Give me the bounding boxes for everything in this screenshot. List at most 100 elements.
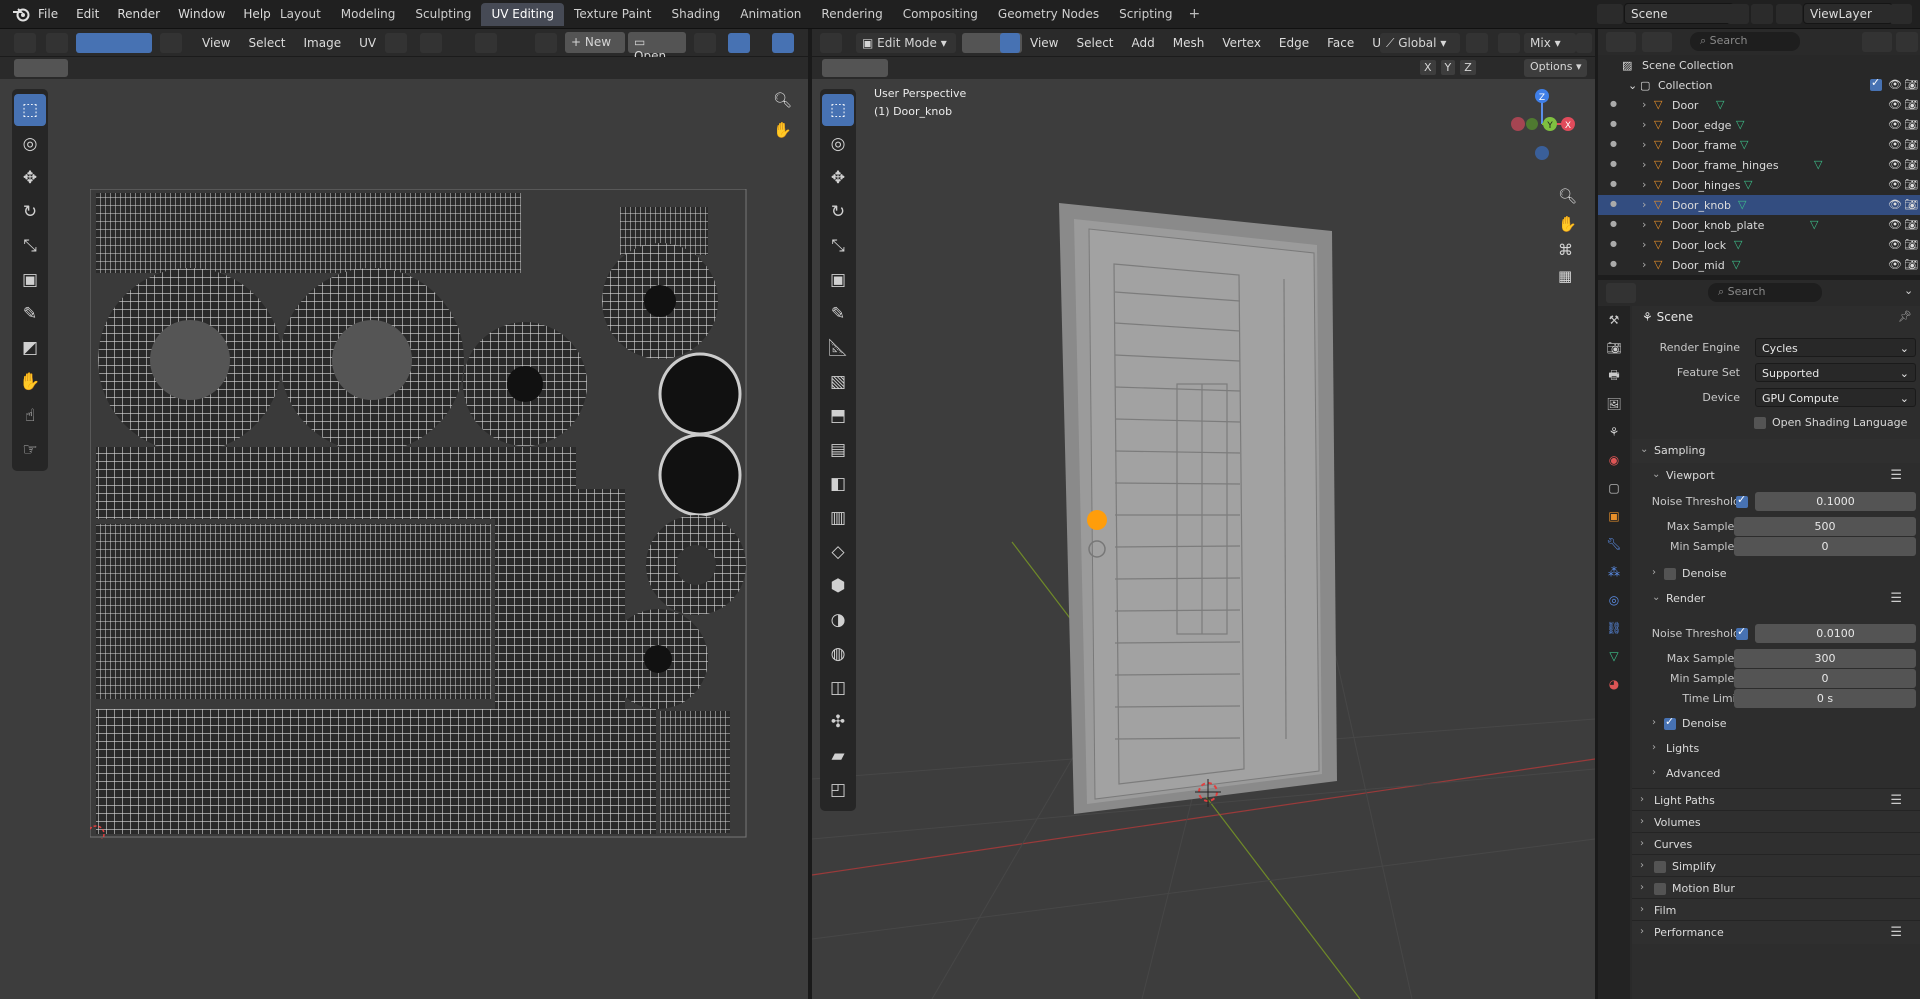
overlay-toggle-icon[interactable] xyxy=(772,33,794,53)
object-visibility-icon[interactable]: 👁︎ xyxy=(1888,158,1902,171)
gizmo-toggle-icon[interactable] xyxy=(728,33,750,53)
object-render-icon[interactable]: 📷︎ xyxy=(1904,118,1918,131)
visibility-dot-icon[interactable]: ● xyxy=(1610,219,1617,228)
cursor-tool[interactable]: ◎ xyxy=(822,128,854,160)
uv-select-mode-group[interactable] xyxy=(14,59,68,77)
object-visibility-icon[interactable]: 👁︎ xyxy=(1888,138,1902,151)
object-render-icon[interactable]: 📷︎ xyxy=(1904,98,1918,111)
add-workspace-button[interactable]: + xyxy=(1183,3,1207,26)
properties-section-row[interactable]: › Curves xyxy=(1632,832,1920,856)
render-tab-icon[interactable]: 📷︎ xyxy=(1598,334,1630,362)
gizmo-neg-z-icon[interactable] xyxy=(1535,146,1549,160)
object-visibility-icon[interactable]: 👁︎ xyxy=(1888,198,1902,211)
render-noise-field[interactable]: 0.0100 xyxy=(1755,624,1916,643)
properties-section-row[interactable]: › Simplify xyxy=(1632,854,1920,878)
uv-editor-canvas[interactable]: ⬚ ◎ ✥ ↻ ⤡ ▣ ✎ ◩ ✋ ☝ ☞ 🔍︎ ✋ xyxy=(0,79,808,999)
time-limit-field[interactable]: 0 s xyxy=(1734,689,1916,708)
object-render-icon[interactable]: 📷︎ xyxy=(1904,198,1918,211)
menu-file[interactable]: File xyxy=(38,7,58,21)
object-tab-icon[interactable]: ▣ xyxy=(1598,502,1630,530)
section-presets-icon[interactable]: ☰ xyxy=(1890,793,1902,808)
pan-hand-icon[interactable]: ✋ xyxy=(773,121,792,139)
object-render-icon[interactable]: 📷︎ xyxy=(1904,238,1918,251)
section-presets-icon[interactable]: ☰ xyxy=(1890,925,1902,940)
rotate-tool[interactable]: ↻ xyxy=(822,196,854,228)
measure-tool[interactable]: 📐︎ xyxy=(822,332,854,364)
mesh-data-icon[interactable]: ▽ xyxy=(1736,118,1744,131)
object-visibility-icon[interactable]: 👁︎ xyxy=(1888,98,1902,111)
vp-menu-edge[interactable]: Edge xyxy=(1279,36,1309,50)
uv-menu-uv[interactable]: UV xyxy=(359,36,376,50)
uv-move-tool[interactable]: ✥ xyxy=(14,162,46,194)
collection-visibility-icon[interactable]: 👁︎ xyxy=(1888,78,1902,91)
mesh-data-icon[interactable]: ▽ xyxy=(1810,218,1818,231)
uv-rotate-tool[interactable]: ↻ xyxy=(14,196,46,228)
menu-window[interactable]: Window xyxy=(178,7,225,21)
options-dropdown[interactable]: Options ▾ xyxy=(1524,59,1588,77)
uv-pinch-tool[interactable]: ☞ xyxy=(14,434,46,466)
viewport-zoom-icon[interactable]: 🔍︎ xyxy=(1558,187,1577,205)
visibility-dot-icon[interactable]: ● xyxy=(1610,119,1617,128)
particles-tab-icon[interactable]: ⁂ xyxy=(1598,558,1630,586)
outliner-object-row[interactable]: ● › ▽ Door 👁︎ 📷︎ ▽ xyxy=(1598,95,1920,115)
section-toggle-checkbox[interactable] xyxy=(1654,861,1666,873)
viewport-select-mode-group[interactable] xyxy=(822,59,888,77)
inset-tool[interactable]: ▤ xyxy=(822,434,854,466)
proportional-edit-icon[interactable] xyxy=(475,33,497,53)
physics-tab-icon[interactable]: ◎ xyxy=(1598,586,1630,614)
tab-modeling[interactable]: Modeling xyxy=(331,3,406,26)
tab-scripting[interactable]: Scripting xyxy=(1109,3,1182,26)
tab-animation[interactable]: Animation xyxy=(730,3,811,26)
viewport-max-field[interactable]: 500 xyxy=(1734,517,1916,536)
object-render-icon[interactable]: 📷︎ xyxy=(1904,158,1918,171)
camera-view-icon[interactable]: ⌘ xyxy=(1558,241,1573,259)
viewport-noise-checkbox[interactable] xyxy=(1736,493,1748,508)
object-visibility-icon[interactable]: 👁︎ xyxy=(1888,178,1902,191)
mesh-data-icon[interactable]: ▽ xyxy=(1716,98,1724,111)
scene-type-icon[interactable] xyxy=(1597,4,1623,24)
scene-tab-icon[interactable]: ⚘ xyxy=(1598,418,1630,446)
tab-rendering[interactable]: Rendering xyxy=(811,3,892,26)
mirror-z[interactable]: Z xyxy=(1460,60,1476,75)
tab-compositing[interactable]: Compositing xyxy=(893,3,988,26)
outliner-object-row[interactable]: ● › ▽ Door_knob 👁︎ 📷︎ ▽ xyxy=(1598,195,1920,215)
object-visibility-icon[interactable]: 👁︎ xyxy=(1888,258,1902,271)
poly-build-tool[interactable]: ⬢ xyxy=(822,570,854,602)
visibility-dot-icon[interactable]: ● xyxy=(1610,179,1617,188)
navigation-gizmo[interactable]: Z Y X xyxy=(1502,89,1582,169)
uv-scale-tool[interactable]: ⤡ xyxy=(14,230,46,262)
mirror-y[interactable]: Y xyxy=(1440,60,1456,75)
sticky-select-icon[interactable] xyxy=(160,33,182,53)
collection-render-icon[interactable]: 📷︎ xyxy=(1904,78,1918,91)
viewport-editor-type-icon[interactable] xyxy=(820,33,842,53)
object-visibility-icon[interactable]: 👁︎ xyxy=(1888,118,1902,131)
outliner-object-row[interactable]: ● › ▽ Door_lock 👁︎ 📷︎ ▽ xyxy=(1598,235,1920,255)
smooth-tool[interactable]: ◍ xyxy=(822,638,854,670)
viewport-presets-icon[interactable]: ☰ xyxy=(1890,468,1902,483)
face-select-mode-icon[interactable] xyxy=(1000,33,1020,53)
expand-arrow-icon[interactable]: › xyxy=(1642,98,1646,111)
visibility-dot-icon[interactable]: ● xyxy=(1610,199,1617,208)
move-tool[interactable]: ✥ xyxy=(822,162,854,194)
mode-selector[interactable]: ▣ Edit Mode ▾ xyxy=(856,33,956,53)
expand-arrow-icon[interactable]: › xyxy=(1642,118,1646,131)
outliner-search-input[interactable]: ⌕ Search xyxy=(1690,32,1800,51)
delete-scene-icon[interactable] xyxy=(1751,4,1773,24)
blender-logo-icon[interactable] xyxy=(12,5,30,23)
uv-rip-tool[interactable]: ◩ xyxy=(14,332,46,364)
editor-type-icon[interactable] xyxy=(14,33,36,53)
collection-row[interactable]: ⌄ ▢ Collection 👁︎ 📷︎ xyxy=(1598,75,1920,95)
gizmo-neg-x-icon[interactable] xyxy=(1511,117,1525,131)
properties-options-icon[interactable]: ⌄ xyxy=(1904,284,1913,297)
output-tab-icon[interactable]: 🖶︎ xyxy=(1598,362,1630,390)
visibility-dot-icon[interactable]: ● xyxy=(1610,259,1617,268)
advanced-subsection[interactable]: › Advanced xyxy=(1644,762,1920,786)
scale-tool[interactable]: ⤡ xyxy=(822,230,854,262)
uv-grab-tool[interactable]: ✋ xyxy=(14,366,46,398)
visibility-dot-icon[interactable]: ● xyxy=(1610,139,1617,148)
uv-relax-tool[interactable]: ☝ xyxy=(14,400,46,432)
display-mode-icon[interactable] xyxy=(1642,32,1672,52)
uv-annotate-tool[interactable]: ✎ xyxy=(14,298,46,330)
annotate-tool[interactable]: ✎ xyxy=(822,298,854,330)
sampling-section[interactable]: ⌄ Sampling xyxy=(1632,439,1920,463)
